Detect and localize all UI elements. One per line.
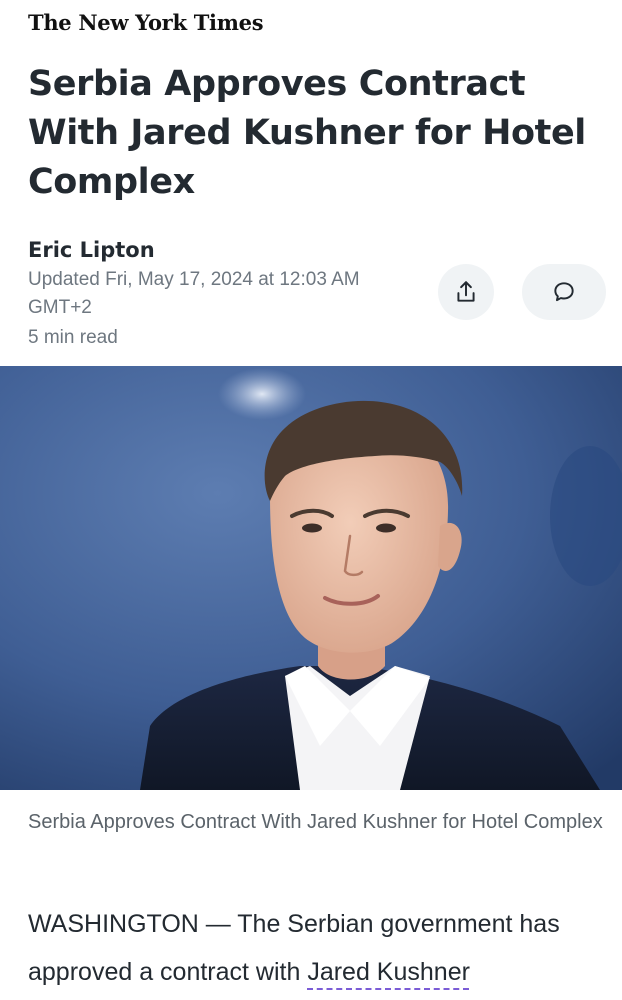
byline: Eric Lipton Updated Fri, May 17, 2024 at… (28, 236, 428, 352)
read-time: 5 min read (28, 327, 118, 348)
body-lead-text: WASHINGTON — The Serbian government has … (28, 910, 560, 986)
hero-image[interactable] (0, 366, 622, 790)
article-actions (438, 264, 606, 320)
portrait-photo (0, 366, 622, 790)
author-name[interactable]: Eric Lipton (28, 236, 428, 264)
entity-link-jared-kushner[interactable]: Jared Kushner (307, 958, 470, 986)
share-button[interactable] (438, 264, 494, 320)
article-body: WASHINGTON — The Serbian government has … (28, 900, 608, 996)
share-icon (457, 281, 475, 302)
updated-timestamp: Updated Fri, May 17, 2024 at 12:03 AM GM… (28, 269, 360, 318)
comments-button[interactable] (522, 264, 606, 320)
article-page: The New York Times Serbia Approves Contr… (0, 0, 622, 1000)
comment-icon (554, 282, 574, 302)
image-caption: Serbia Approves Contract With Jared Kush… (28, 811, 603, 833)
article-headline: Serbia Approves Contract With Jared Kush… (28, 64, 586, 202)
publisher-logo[interactable]: The New York Times (28, 10, 264, 35)
